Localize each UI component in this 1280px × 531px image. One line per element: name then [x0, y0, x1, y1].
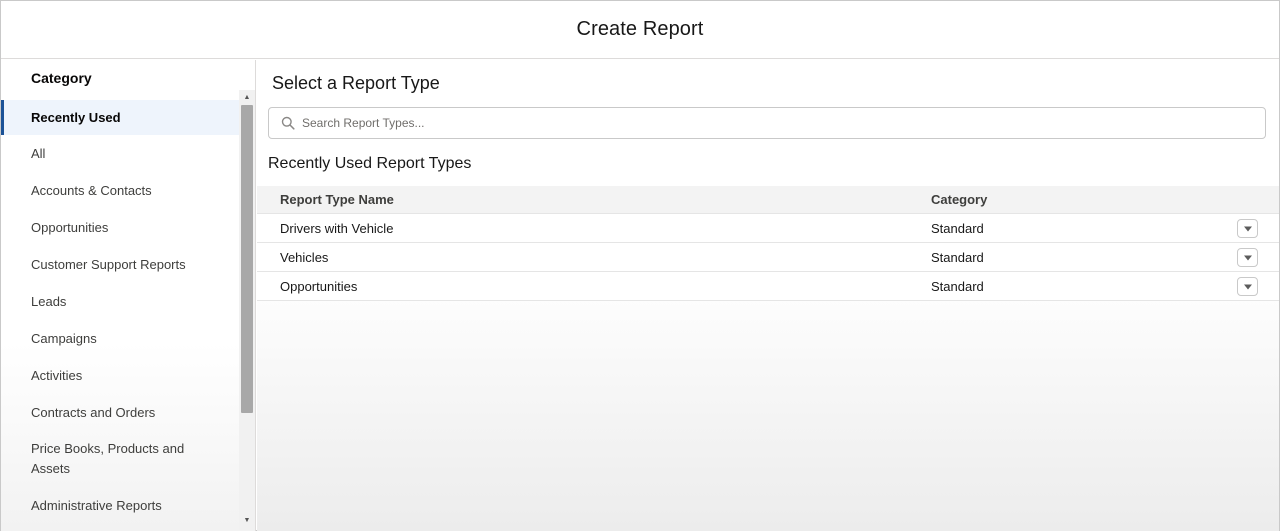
sidebar-item-campaigns[interactable]: Campaigns [1, 320, 239, 357]
report-type-name[interactable]: Vehicles [280, 250, 328, 265]
main-panel: Select a Report Type Recently Used Repor… [257, 60, 1279, 531]
sidebar-item-recently-used[interactable]: Recently Used [1, 100, 239, 135]
sidebar-item-customer-support-reports[interactable]: Customer Support Reports [1, 246, 239, 283]
chevron-down-icon [1243, 255, 1252, 260]
report-type-name[interactable]: Opportunities [280, 279, 357, 294]
row-action-button[interactable] [1237, 248, 1258, 267]
row-action-button[interactable] [1237, 277, 1258, 296]
page-title: Select a Report Type [272, 73, 440, 93]
report-types-table: Report Type Name Category Drivers with V… [257, 186, 1279, 301]
sidebar-heading: Category [31, 70, 92, 86]
arrow-down-icon[interactable]: ▼ [239, 514, 255, 528]
table-row[interactable]: Vehicles Standard [257, 243, 1279, 272]
sidebar-item-opportunities[interactable]: Opportunities [1, 209, 239, 246]
sidebar-item-accounts-contacts[interactable]: Accounts & Contacts [1, 172, 239, 209]
section-title: Recently Used Report Types [268, 155, 472, 172]
column-header-name[interactable]: Report Type Name [280, 192, 394, 207]
table-row[interactable]: Drivers with Vehicle Standard [257, 214, 1279, 243]
category-list: Recently Used All Accounts & Contacts Op… [1, 100, 239, 524]
arrow-up-icon[interactable]: ▲ [239, 91, 255, 105]
report-type-category: Standard [931, 278, 984, 294]
sidebar-item-administrative-reports[interactable]: Administrative Reports [1, 487, 239, 524]
report-type-category: Standard [931, 220, 984, 236]
chevron-down-icon [1243, 226, 1252, 231]
sidebar-item-all[interactable]: All [1, 135, 239, 172]
report-type-category: Standard [931, 249, 984, 265]
sidebar-item-contracts-orders[interactable]: Contracts and Orders [1, 394, 239, 431]
table-header: Report Type Name Category [257, 186, 1279, 214]
table-row[interactable]: Opportunities Standard [257, 272, 1279, 301]
modal-title: Create Report [576, 18, 704, 40]
sidebar-item-price-books[interactable]: Price Books, Products and Assets [1, 431, 239, 487]
report-type-name[interactable]: Drivers with Vehicle [280, 221, 393, 236]
create-report-modal: Create Report Category Recently Used All… [0, 0, 1280, 531]
search-input[interactable] [302, 116, 1202, 130]
sidebar-scrollbar[interactable]: ▲ ▼ [239, 90, 255, 530]
sidebar-item-leads[interactable]: Leads [1, 283, 239, 320]
search-box[interactable] [268, 107, 1266, 139]
modal-header: Create Report [1, 1, 1279, 59]
scrollbar-thumb[interactable] [241, 105, 253, 413]
row-action-button[interactable] [1237, 219, 1258, 238]
column-header-category[interactable]: Category [931, 192, 987, 207]
search-icon [281, 116, 295, 130]
sidebar-item-activities[interactable]: Activities [1, 357, 239, 394]
chevron-down-icon [1243, 284, 1252, 289]
category-sidebar: Category Recently Used All Accounts & Co… [1, 60, 256, 531]
